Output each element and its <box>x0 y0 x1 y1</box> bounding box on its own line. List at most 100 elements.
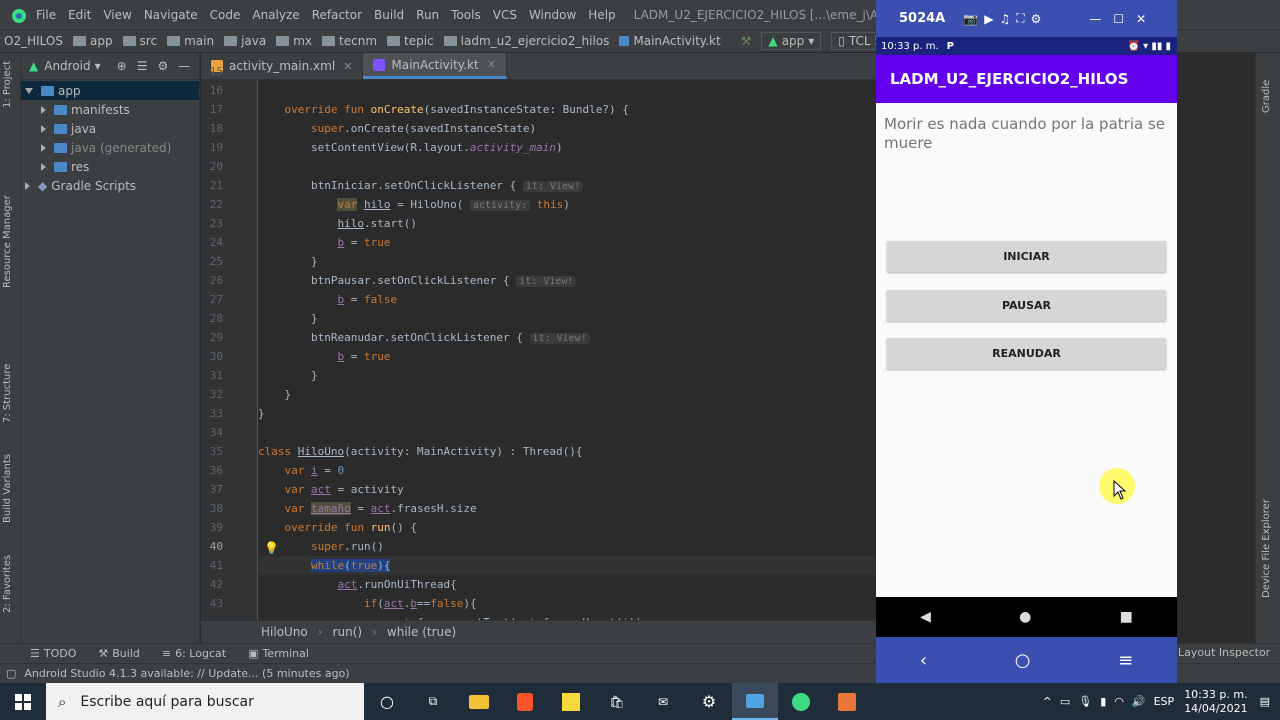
crumb-mx[interactable]: mx <box>276 34 312 48</box>
camera-icon[interactable]: 📷 <box>963 12 978 26</box>
tab-main-activity-kt[interactable]: MainActivity.kt ✕ <box>363 53 507 79</box>
menu-icon[interactable]: ≡ <box>1118 650 1133 671</box>
sticky-notes-icon[interactable] <box>548 683 594 720</box>
tree-item-gradle-scripts[interactable]: ◆ Gradle Scripts <box>21 176 199 195</box>
chevron-left-icon[interactable]: ‹ <box>920 650 927 671</box>
menu-code[interactable]: Code <box>210 8 241 22</box>
target-icon[interactable]: ⊕ <box>117 59 127 73</box>
crumb-tepic[interactable]: tepic <box>387 34 434 48</box>
wifi-icon[interactable]: ◠ <box>1114 695 1124 708</box>
gear-icon[interactable]: ⚙ <box>158 59 169 73</box>
layout-inspector-tab[interactable]: Layout Inspector <box>1178 646 1270 659</box>
menu-navigate[interactable]: Navigate <box>144 8 198 22</box>
tree-item-manifests[interactable]: manifests <box>21 100 199 119</box>
recents-icon[interactable]: ■ <box>1120 609 1133 625</box>
home-icon[interactable]: ● <box>1019 609 1031 625</box>
battery-icon[interactable]: ▮ <box>1100 695 1106 708</box>
menu-analyze[interactable]: Analyze <box>252 8 299 22</box>
crumb-java[interactable]: java <box>224 34 266 48</box>
menu-refactor[interactable]: Refactor <box>312 8 362 22</box>
file-explorer-icon[interactable] <box>456 683 502 720</box>
status-message[interactable]: Android Studio 4.1.3 available: // Updat… <box>24 667 349 680</box>
minimize-icon[interactable]: — <box>1089 12 1101 26</box>
menu-vcs[interactable]: VCS <box>493 8 517 22</box>
back-icon[interactable]: ◀ <box>920 609 931 625</box>
crumb-app[interactable]: app <box>72 34 113 48</box>
menu-help[interactable]: Help <box>588 8 615 22</box>
microphone-icon[interactable]: 🎙 <box>1078 695 1092 708</box>
crumb-main[interactable]: main <box>167 34 214 48</box>
crumb-tecnm[interactable]: tecnm <box>322 34 377 48</box>
menu-run[interactable]: Run <box>416 8 439 22</box>
menu-file[interactable]: File <box>36 8 56 22</box>
chevron-up-icon[interactable]: ^ <box>1043 695 1052 708</box>
lightbulb-icon[interactable]: 💡 <box>264 541 279 555</box>
build-variants-tab[interactable]: Build Variants <box>2 454 13 523</box>
structure-tab[interactable]: 7: Structure <box>2 364 13 423</box>
tree-item-java[interactable]: java <box>21 119 199 138</box>
resource-manager-tab[interactable]: Resource Manager <box>2 195 13 288</box>
collapse-icon[interactable]: ☰ <box>137 59 148 73</box>
notification-icon[interactable]: ▤ <box>1260 695 1270 708</box>
tray-app-icon[interactable]: ▭ <box>1060 695 1070 708</box>
device-file-explorer-tab[interactable]: Device File Explorer <box>1261 499 1272 598</box>
menu-view[interactable]: View <box>103 8 131 22</box>
tree-item-app[interactable]: app <box>21 81 199 100</box>
gradle-tab[interactable]: Gradle <box>1261 80 1272 113</box>
circle-home-icon[interactable]: ○ <box>1015 650 1031 671</box>
iniciar-button[interactable]: INICIAR <box>887 241 1166 272</box>
mail-icon[interactable]: ✉ <box>640 683 686 720</box>
emulator-taskbar-icon[interactable] <box>732 683 778 720</box>
tree-item-res[interactable]: res <box>21 157 199 176</box>
android-studio-taskbar-icon[interactable] <box>778 683 824 720</box>
taskbar-clock[interactable]: 10:33 p. m. 14/04/2021 <box>1184 688 1247 716</box>
code-line-current: while(true){ <box>258 556 876 575</box>
crumb-package[interactable]: ladm_u2_ejercicio2_hilos <box>443 34 609 48</box>
pausar-button[interactable]: PAUSAR <box>887 290 1166 321</box>
maximize-icon[interactable]: ☐ <box>1113 12 1124 26</box>
project-view-selector[interactable]: Android <box>44 59 90 73</box>
close-icon[interactable]: ✕ <box>1136 12 1146 26</box>
run-config-select[interactable]: ▲ app ▾ <box>761 32 822 50</box>
crumb-function[interactable]: run() <box>333 625 363 639</box>
favorites-tab[interactable]: 2: Favorites <box>2 555 13 613</box>
store-icon[interactable]: 🛍 <box>594 683 640 720</box>
menu-build[interactable]: Build <box>374 8 404 22</box>
headphones-icon[interactable]: ♫ <box>999 12 1010 26</box>
gear-icon[interactable]: ⚙ <box>1031 12 1042 26</box>
settings-icon[interactable]: ⚙ <box>686 683 732 720</box>
crumb-src[interactable]: src <box>122 34 157 48</box>
close-icon[interactable]: ✕ <box>487 58 496 71</box>
close-icon[interactable]: ✕ <box>343 60 352 73</box>
taskbar-search[interactable]: ⌕ Escribe aquí para buscar <box>46 683 364 720</box>
fullscreen-icon[interactable]: ⛶ <box>1016 11 1024 26</box>
menu-tools[interactable]: Tools <box>451 8 481 22</box>
volume-icon[interactable]: 🔊 <box>1132 695 1146 708</box>
brave-icon[interactable] <box>502 683 548 720</box>
menu-edit[interactable]: Edit <box>68 8 91 22</box>
terminal-tab[interactable]: ▣ Terminal <box>248 647 309 660</box>
hammer-icon[interactable]: ⚒ <box>741 34 752 48</box>
project-tool-tab[interactable]: 1: Project <box>2 61 13 108</box>
menu-window[interactable]: Window <box>529 8 576 22</box>
start-button[interactable] <box>0 683 46 720</box>
reanudar-button[interactable]: REANUDAR <box>887 338 1166 369</box>
video-icon[interactable]: ▶ <box>984 12 993 26</box>
build-tab[interactable]: ⚒ Build <box>98 647 140 660</box>
crumb-project[interactable]: O2_HILOS <box>4 34 63 48</box>
crumb-file[interactable]: MainActivity.kt <box>619 34 721 48</box>
tree-item-java-generated[interactable]: java (generated) <box>21 138 199 157</box>
android-icon: ▲ <box>768 34 778 48</box>
minimize-icon[interactable]: — <box>178 59 190 73</box>
code-editor[interactable]: override fun onCreate(savedInstanceState… <box>258 80 876 620</box>
app-taskbar-icon[interactable] <box>824 683 870 720</box>
chevron-down-icon[interactable]: ▾ <box>95 59 101 73</box>
crumb-block[interactable]: while (true) <box>387 625 456 639</box>
crumb-class[interactable]: HiloUno <box>261 625 308 639</box>
language-indicator[interactable]: ESP <box>1154 695 1175 708</box>
cortana-icon[interactable]: ○ <box>364 683 410 720</box>
task-view-icon[interactable]: ⧉ <box>410 683 456 720</box>
logcat-tab[interactable]: ≡ 6: Logcat <box>162 647 226 660</box>
todo-tab[interactable]: ☰ TODO <box>30 647 76 660</box>
tab-activity-main-xml[interactable]: activity_main.xml ✕ <box>201 53 364 79</box>
